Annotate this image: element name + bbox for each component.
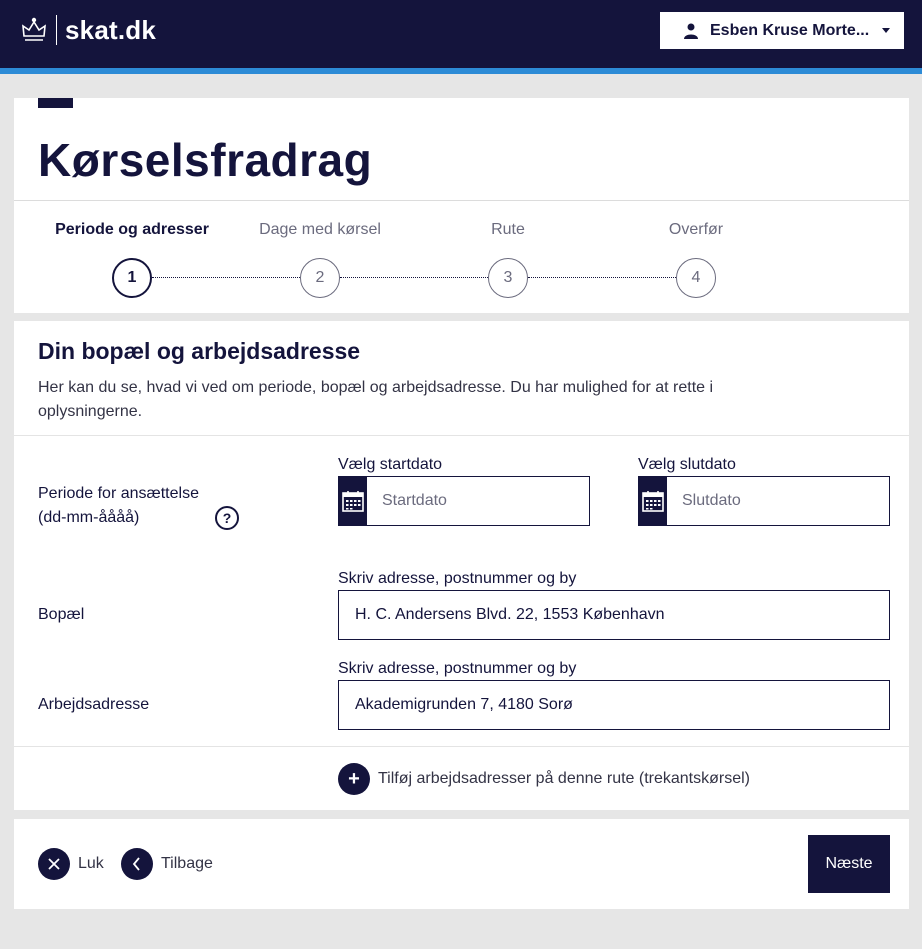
step-circle-2[interactable]: 2 — [300, 258, 340, 298]
user-name: Esben Kruse Morte... — [710, 21, 870, 39]
brand-name: skat.dk — [65, 14, 157, 45]
period-label-line2: (dd-mm-åååå) — [38, 509, 140, 526]
user-menu-button[interactable]: Esben Kruse Morte... — [660, 12, 904, 49]
close-icon — [38, 848, 70, 880]
add-work-address-label: Tilføj arbejdsadresser på denne rute (tr… — [378, 770, 750, 787]
user-icon — [684, 23, 698, 39]
work-address-label: Arbejdsadresse — [38, 696, 150, 713]
chevron-down-icon — [882, 28, 890, 33]
top-bar-stripe — [0, 68, 922, 74]
work-address-input[interactable] — [338, 680, 890, 730]
calendar-button-start[interactable] — [339, 477, 367, 525]
title-divider — [14, 200, 909, 201]
add-work-address-button[interactable]: + Tilføj arbejdsadresser på denne rute (… — [338, 763, 750, 795]
end-date-input[interactable] — [667, 477, 889, 525]
section-title: Din bopæl og arbejdsadresse — [38, 338, 361, 364]
step-connector — [528, 277, 676, 278]
plus-icon: + — [338, 763, 370, 795]
back-label: Tilbage — [161, 855, 213, 872]
step-label-4: Overfør — [668, 221, 724, 238]
start-date-field — [338, 476, 590, 526]
step-connector — [340, 277, 488, 278]
end-date-field — [638, 476, 890, 526]
calendar-icon — [642, 491, 664, 512]
next-button[interactable]: Næste — [808, 835, 890, 893]
step-label-2: Dage med kørsel — [259, 221, 381, 238]
add-row-divider — [14, 746, 909, 747]
residence-address-input[interactable] — [338, 590, 890, 640]
chevron-left-icon — [121, 848, 153, 880]
section-description: Her kan du se, hvad vi ved om periode, b… — [38, 379, 714, 420]
page-title: Kørselsfradrag — [38, 134, 373, 186]
section-divider — [14, 435, 909, 436]
help-icon[interactable]: ? — [215, 506, 239, 530]
work-input-label: Skriv adresse, postnummer og by — [338, 660, 577, 677]
back-button[interactable]: Tilbage — [121, 848, 213, 880]
step-circle-4[interactable]: 4 — [676, 258, 716, 298]
period-label-line1: Periode for ansættelse — [38, 485, 199, 502]
start-date-label: Vælg startdato — [338, 456, 443, 473]
step-label-1: Periode og adresser — [55, 221, 209, 238]
calendar-icon — [342, 491, 364, 512]
title-accent-bar — [38, 98, 73, 108]
calendar-button-end[interactable] — [639, 477, 667, 525]
step-circle-1[interactable]: 1 — [112, 258, 152, 298]
end-date-label: Vælg slutdato — [638, 456, 736, 473]
step-connector — [152, 277, 300, 278]
skat-logo[interactable]: skat.dk — [20, 14, 156, 46]
step-label-3: Rute — [491, 221, 525, 238]
start-date-input[interactable] — [367, 477, 589, 525]
residence-label: Bopæl — [38, 606, 85, 623]
close-button[interactable]: Luk — [38, 848, 104, 880]
residence-input-label: Skriv adresse, postnummer og by — [338, 570, 577, 587]
period-label: Periode for ansættelse (dd-mm-åååå) — [38, 482, 199, 530]
logo-separator — [56, 15, 57, 45]
crown-icon — [22, 17, 46, 41]
close-label: Luk — [78, 855, 104, 872]
step-circle-3[interactable]: 3 — [488, 258, 528, 298]
